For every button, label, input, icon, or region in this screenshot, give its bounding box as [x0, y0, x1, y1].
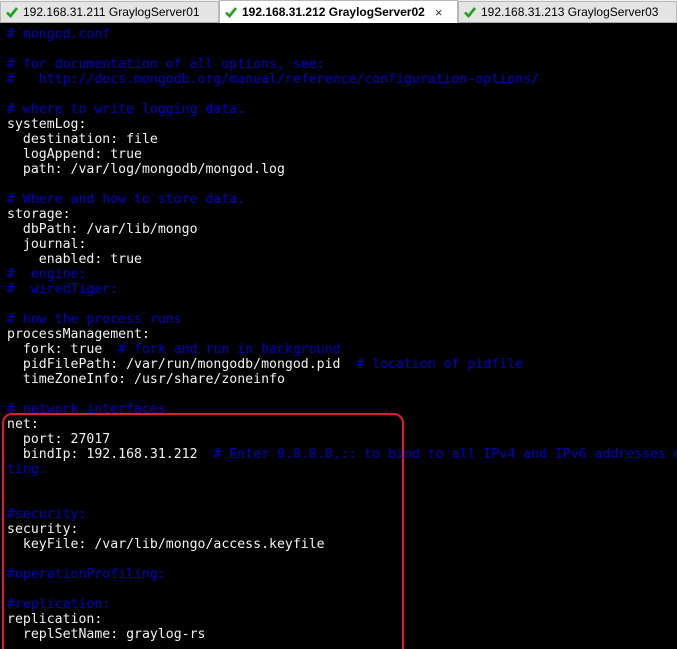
terminal-line: # network interfaces — [7, 402, 166, 417]
terminal-line: # engine: — [7, 267, 86, 282]
terminal-line: fork: true # fork and run in background — [7, 342, 341, 357]
comment-text: # mongod.conf — [7, 27, 111, 42]
session-tab-bar: 192.168.31.211 GraylogServer01 192.168.3… — [0, 0, 677, 23]
terminal-line: enabled: true — [7, 252, 142, 267]
terminal-line: timeZoneInfo: /usr/share/zoneinfo — [7, 372, 285, 387]
terminal-line: port: 27017 — [7, 432, 110, 447]
connected-check-icon — [225, 7, 238, 18]
inline-comment-text: # fork and run in background — [102, 342, 341, 357]
config-text: storage: — [7, 207, 71, 222]
terminal-line: ting. — [7, 462, 47, 477]
comment-text: ting. — [7, 462, 47, 477]
config-text: keyFile: /var/lib/mongo/access.keyfile — [7, 537, 325, 552]
config-text: replSetName: graylog-rs — [7, 627, 206, 642]
comment-text: # network interfaces — [7, 402, 166, 417]
config-text: processManagement: — [7, 327, 150, 342]
terminal-screen[interactable]: # mongod.conf # for documentation of all … — [0, 23, 677, 649]
config-text: timeZoneInfo: /usr/share/zoneinfo — [7, 372, 285, 387]
config-text: dbPath: /var/lib/mongo — [7, 222, 198, 237]
terminal-line: # where to write logging data. — [7, 102, 245, 117]
comment-text: # how the process runs — [7, 312, 182, 327]
terminal-line: pidFilePath: /var/run/mongodb/mongod.pid… — [7, 357, 523, 372]
terminal-line: bindIp: 192.168.31.212 # Enter 0.0.0.0,:… — [7, 447, 677, 462]
terminal-line: security: — [7, 522, 78, 537]
terminal-line: # mongod.conf — [7, 27, 110, 42]
config-text: net: — [7, 417, 39, 432]
terminal-line: dbPath: /var/lib/mongo — [7, 222, 198, 237]
terminal-line: storage: — [7, 207, 71, 222]
comment-text: # where to write logging data. — [7, 102, 246, 117]
terminal-line: path: /var/log/mongodb/mongod.log — [7, 162, 285, 177]
terminal-line: #security: — [7, 507, 86, 522]
config-text: security: — [7, 522, 79, 537]
close-tab-icon[interactable]: × — [435, 5, 443, 20]
config-text: replication: — [7, 612, 103, 627]
comment-text: # Where and how to store data. — [7, 192, 246, 207]
comment-text: # engine: — [7, 267, 87, 282]
config-text: port: 27017 — [7, 432, 111, 447]
terminal-line: # for documentation of all options, see: — [7, 57, 325, 72]
comment-text: #security: — [7, 507, 87, 522]
terminal-line: net: — [7, 417, 39, 432]
comment-text: #operationProfiling: — [7, 567, 166, 582]
terminal-line: processManagement: — [7, 327, 150, 342]
terminal-line: #replication: — [7, 597, 110, 612]
config-text: pidFilePath: /var/run/mongodb/mongod.pid — [7, 357, 341, 372]
tab-graylog-server-01[interactable]: 192.168.31.211 GraylogServer01 — [0, 1, 219, 22]
config-text: enabled: true — [7, 252, 142, 267]
config-text: journal: — [7, 237, 87, 252]
terminal-line: logAppend: true — [7, 147, 142, 162]
config-text: systemLog: — [7, 117, 87, 132]
terminal-line: systemLog: — [7, 117, 86, 132]
config-text: fork: true — [7, 342, 103, 357]
terminal-line: keyFile: /var/lib/mongo/access.keyfile — [7, 537, 325, 552]
terminal-line: destination: file — [7, 132, 158, 147]
terminal-line: # Where and how to store data. — [7, 192, 245, 207]
config-text: logAppend: true — [7, 147, 142, 162]
connected-check-icon — [464, 7, 477, 18]
config-text: path: /var/log/mongodb/mongod.log — [7, 162, 285, 177]
comment-text: # wiredTiger: — [7, 282, 119, 297]
terminal-line: # how the process runs — [7, 312, 182, 327]
terminal-line: replication: — [7, 612, 102, 627]
comment-text: #replication: — [7, 597, 111, 612]
tab-label: 192.168.31.211 GraylogServer01 — [23, 5, 200, 19]
terminal-line: #operationProfiling: — [7, 567, 166, 582]
config-text: destination: file — [7, 132, 158, 147]
terminal-line: # http://docs.mongodb.org/manual/referen… — [7, 72, 539, 87]
tab-label: 192.168.31.212 GraylogServer02 — [242, 5, 425, 19]
tab-graylog-server-03[interactable]: 192.168.31.213 GraylogServer03 — [458, 1, 677, 22]
tab-label: 192.168.31.213 GraylogServer03 — [481, 5, 659, 19]
connected-check-icon — [6, 7, 19, 18]
terminal-line: journal: — [7, 237, 87, 252]
terminal-line: # wiredTiger: — [7, 282, 118, 297]
inline-comment-text: # Enter 0.0.0.0,:: to bind to all IPv4 a… — [213, 447, 677, 462]
config-text: bindIp: 192.168.31.212 — [7, 447, 198, 462]
comment-text: # http://docs.mongodb.org/manual/referen… — [7, 72, 539, 87]
tab-graylog-server-02[interactable]: 192.168.31.212 GraylogServer02 × — [219, 0, 458, 23]
inline-comment-text: # location of pidfile — [340, 357, 524, 372]
terminal-line: replSetName: graylog-rs — [7, 627, 206, 642]
comment-text: # for documentation of all options, see: — [7, 57, 325, 72]
